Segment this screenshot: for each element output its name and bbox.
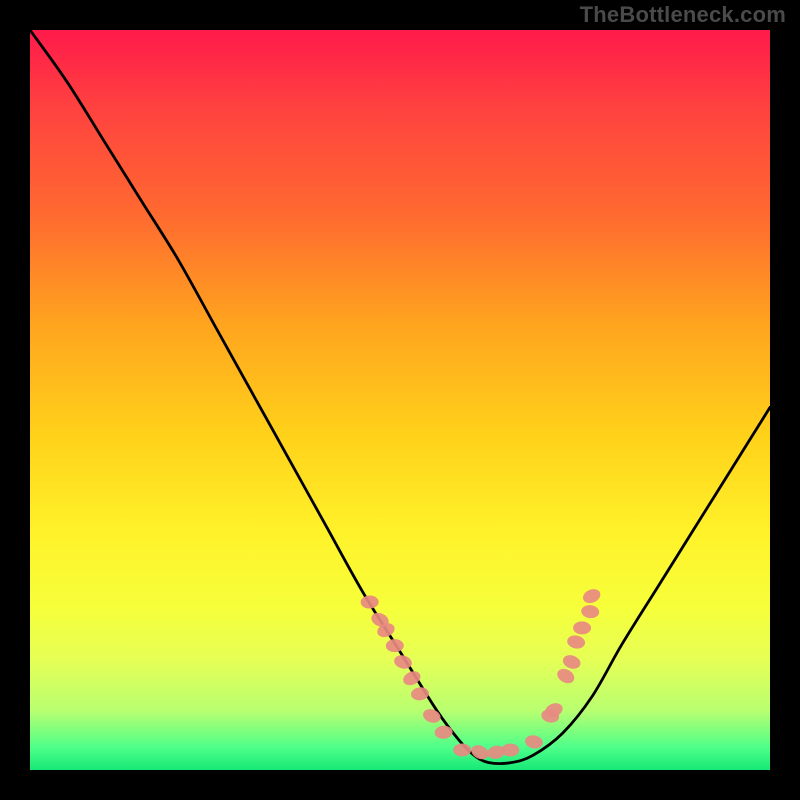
curve-marker: [540, 708, 560, 724]
watermark-text: TheBottleneck.com: [580, 2, 786, 28]
curve-marker: [393, 653, 414, 670]
curve-marker: [453, 743, 471, 756]
curve-marker: [410, 686, 429, 701]
marker-group: [360, 587, 602, 762]
curve-marker: [501, 743, 519, 756]
curve-marker: [421, 707, 442, 725]
curve-marker: [555, 666, 577, 686]
curve-marker: [369, 610, 391, 629]
curve-marker: [573, 621, 591, 634]
curve-layer: [30, 30, 770, 770]
bottleneck-curve: [30, 30, 770, 764]
curve-marker: [543, 701, 564, 720]
curve-marker: [469, 742, 491, 762]
curve-marker: [566, 634, 586, 650]
curve-marker: [524, 734, 544, 750]
curve-marker: [434, 725, 453, 740]
curve-marker: [581, 604, 600, 619]
curve-marker: [386, 639, 404, 652]
curve-marker: [581, 587, 603, 606]
curve-marker: [561, 653, 582, 671]
plot-area: [30, 30, 770, 770]
curve-marker: [375, 621, 397, 640]
curve-marker: [401, 669, 423, 688]
chart-frame: TheBottleneck.com: [0, 0, 800, 800]
curve-marker: [360, 595, 378, 609]
curve-marker: [486, 744, 506, 761]
